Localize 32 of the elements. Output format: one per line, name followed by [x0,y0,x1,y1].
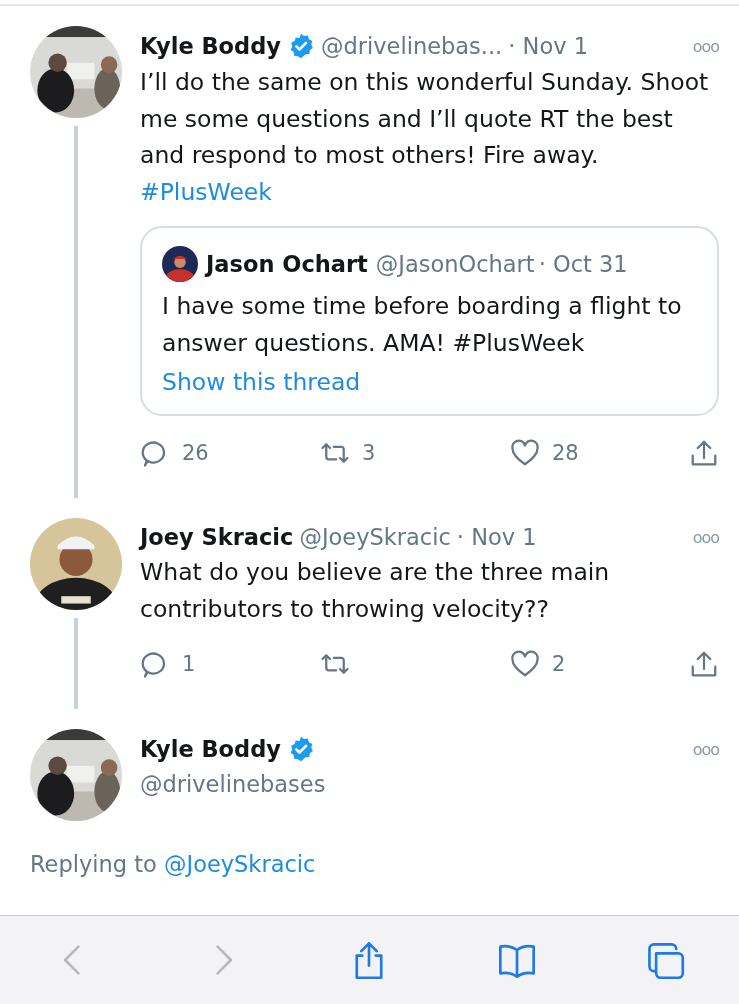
user-handle: @drivelinebas... [320,33,503,59]
user-name[interactable]: Kyle Boddy [140,736,281,762]
tweet-date: · Nov 1 [456,524,537,550]
mention-link[interactable]: @JoeySkracic [164,851,316,877]
hashtag-link[interactable]: #PlusWeek [140,177,272,206]
share-icon[interactable] [689,438,719,468]
like-count: 2 [552,652,566,676]
user-handle: @drivelinebases [140,771,326,797]
user-handle: @JasonOchart [375,251,535,277]
user-name[interactable]: Joey Skracic [140,524,294,550]
more-options-icon[interactable]: ooo [692,739,719,759]
show-thread-link[interactable]: Show this thread [162,368,361,396]
heart-icon[interactable] [510,649,540,679]
retweet-count: 3 [362,441,376,465]
tweet-date: · Nov 1 [508,33,588,59]
like-count: 28 [552,441,579,465]
tweet-text: I’ll do the same on this wonderful Sunday. Shoot me some questions and I’ll quote RT the best and respond to most others! Fire away. #PlusWeek [140,67,710,208]
reply-count: 1 [182,652,196,676]
heart-icon[interactable] [510,438,540,468]
quoted-tweet-text: I have some time before boarding a flight to answer questions. AMA! #PlusWeek [162,291,683,359]
user-name[interactable]: Kyle Boddy [140,33,281,59]
share-icon[interactable] [689,649,719,679]
user-name[interactable]: Jason Ochart [206,251,368,277]
tweet-date: · Oct 31 [538,251,628,277]
tabs-icon[interactable] [645,940,686,980]
replying-to-text: Replying to @JoeySkracic [30,851,317,877]
user-handle: @JoeySkracic [299,524,451,550]
quoted-tweet-card[interactable]: Jason Ochart @JasonOchart · Oct 31 I have some time before boarding a flight to answer questions. AMA! #PlusWeek Show this thread [140,226,719,416]
more-options-icon[interactable]: ooo [692,527,719,547]
more-options-icon[interactable]: ooo [692,36,719,56]
tweet-text: What do you believe are the three main contributors to throwing velocity?? [140,557,611,625]
reply-count: 26 [182,441,209,465]
